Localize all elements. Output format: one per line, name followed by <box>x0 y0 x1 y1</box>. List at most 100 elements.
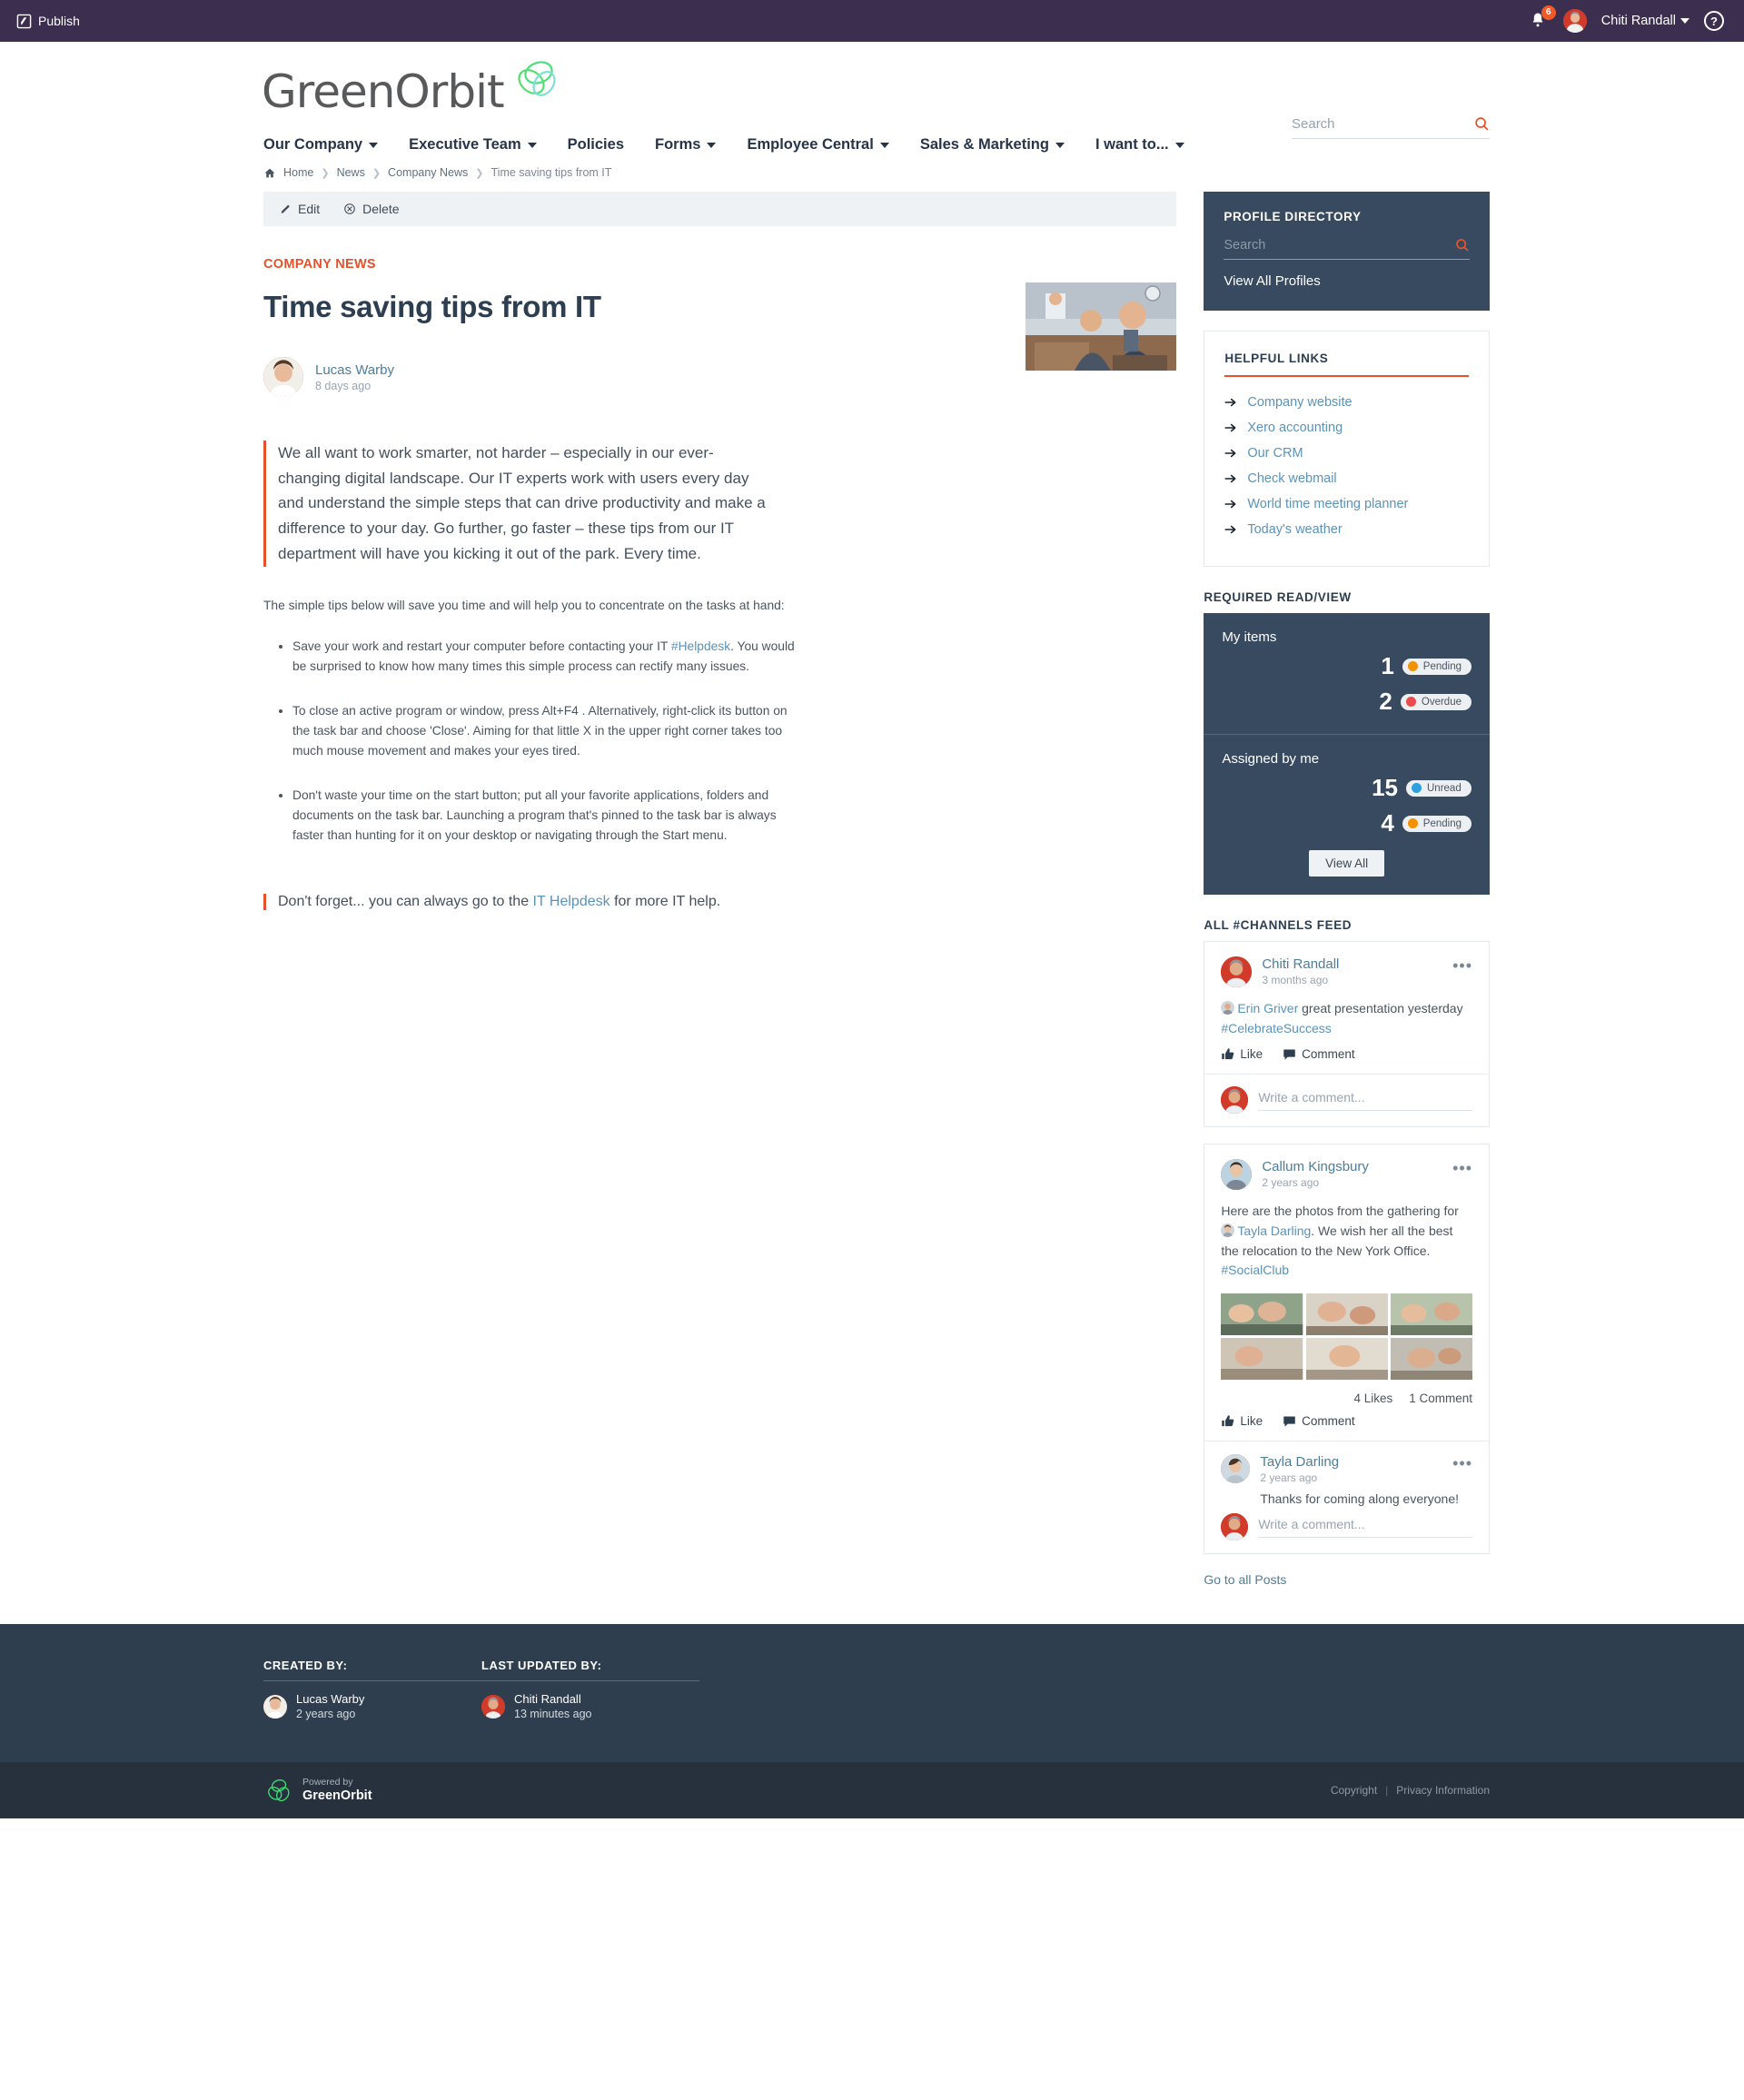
home-icon[interactable] <box>263 167 276 179</box>
avatar[interactable] <box>263 1694 287 1719</box>
nav-item-executive-team[interactable]: Executive Team <box>409 136 537 154</box>
status-dot-icon <box>1405 697 1416 707</box>
nav-item-sales-marketing[interactable]: Sales & Marketing <box>920 136 1065 154</box>
avatar[interactable] <box>1562 9 1587 33</box>
nav-item-i-want-to[interactable]: I want to... <box>1095 136 1184 154</box>
search-input[interactable] <box>1292 116 1474 132</box>
post-photo[interactable] <box>1305 1338 1388 1381</box>
helpful-link[interactable]: Check webmail <box>1247 471 1336 486</box>
article-published-time: 8 days ago <box>315 379 372 392</box>
content-columns: Edit Delete COMPANY NEWS Time saving tip… <box>227 179 1517 1588</box>
avatar[interactable] <box>1221 1454 1251 1484</box>
profile-directory-panel: PROFILE DIRECTORY View All Profiles <box>1204 192 1490 311</box>
pencil-icon <box>281 204 290 213</box>
profile-search-input[interactable] <box>1224 238 1455 253</box>
avatar[interactable] <box>1221 1159 1253 1191</box>
avatar[interactable] <box>1221 956 1253 987</box>
nav-item-forms[interactable]: Forms <box>655 136 717 154</box>
like-button[interactable]: Like <box>1221 1047 1263 1061</box>
comment-input[interactable] <box>1258 1089 1472 1111</box>
nav-item-policies[interactable]: Policies <box>568 136 624 154</box>
greenorbit-logo-icon <box>268 1779 290 1802</box>
list-item: Xero accounting <box>1224 415 1469 441</box>
post-photo[interactable] <box>1221 1338 1303 1381</box>
post-options-icon[interactable]: ••• <box>1452 957 1472 973</box>
privacy-link[interactable]: Privacy Information <box>1396 1784 1490 1797</box>
thumbs-up-icon <box>1222 1048 1234 1060</box>
post-author[interactable]: Chiti Randall <box>1262 956 1339 972</box>
helpful-link[interactable]: Company website <box>1247 395 1352 410</box>
copyright-link[interactable]: Copyright <box>1331 1784 1377 1797</box>
mention-link[interactable]: Erin Griver <box>1237 1001 1298 1015</box>
helpful-link[interactable]: Our CRM <box>1247 446 1303 461</box>
created-by-name: Lucas Warby <box>296 1692 365 1707</box>
hashtag-link[interactable]: #CelebrateSuccess <box>1221 1021 1331 1035</box>
go-to-all-posts-link[interactable]: Go to all Posts <box>1204 1572 1286 1587</box>
post-photo[interactable] <box>1221 1293 1303 1336</box>
search-icon[interactable] <box>1455 238 1470 253</box>
comment-button[interactable]: Comment <box>1283 1414 1355 1428</box>
nav-item-employee-central[interactable]: Employee Central <box>747 136 889 154</box>
view-all-profiles-link[interactable]: View All Profiles <box>1224 273 1470 289</box>
topbar-right-group: 6 Chiti Randall ? <box>1529 5 1724 33</box>
profile-directory-title: PROFILE DIRECTORY <box>1224 210 1362 223</box>
breadcrumb: Home ❯ News ❯ Company News ❯ Time saving… <box>227 154 1517 179</box>
search-icon[interactable] <box>1474 116 1490 132</box>
post-photo[interactable] <box>1305 1293 1388 1336</box>
author-avatar[interactable] <box>263 357 303 397</box>
my-items-block: My items 1 Pending 2 Overdue <box>1204 613 1490 734</box>
nav-item-our-company[interactable]: Our Company <box>263 136 379 154</box>
status-badge: Overdue <box>1400 693 1472 710</box>
site-logo[interactable]: GreenOrbit <box>227 61 564 114</box>
breadcrumb-company-news[interactable]: Company News <box>388 166 468 179</box>
list-item: Company website <box>1224 390 1469 415</box>
avatar[interactable] <box>481 1694 505 1719</box>
page-title: Time saving tips from IT <box>263 290 601 323</box>
chevron-down-icon <box>1055 142 1065 148</box>
post-author[interactable]: Callum Kingsbury <box>1262 1159 1369 1174</box>
page-root: GreenOrbit Our Company <box>0 42 1744 1819</box>
post-photo[interactable] <box>1390 1338 1472 1381</box>
post-options-icon[interactable]: ••• <box>1452 1161 1472 1176</box>
edit-button[interactable]: Edit <box>280 202 320 216</box>
profile-directory-search[interactable] <box>1224 238 1470 260</box>
site-search[interactable] <box>1292 116 1490 139</box>
publish-button[interactable]: Publish <box>16 14 80 29</box>
user-menu[interactable]: Chiti Randall <box>1601 14 1690 28</box>
breadcrumb-home[interactable]: Home <box>283 166 313 179</box>
like-button[interactable]: Like <box>1221 1414 1263 1428</box>
site-header: GreenOrbit Our Company <box>0 42 1744 1588</box>
comment-compose-row <box>1204 1074 1489 1126</box>
reply-options-icon[interactable]: ••• <box>1452 1455 1472 1471</box>
helpful-link[interactable]: Today's weather <box>1247 522 1342 537</box>
author-name[interactable]: Lucas Warby <box>315 362 394 378</box>
help-button[interactable]: ? <box>1704 11 1724 31</box>
post-photo[interactable] <box>1390 1293 1472 1336</box>
comment-icon <box>1283 1416 1295 1427</box>
helpdesk-hashtag-link[interactable]: #Helpdesk <box>671 639 730 653</box>
view-all-button[interactable]: View All <box>1309 850 1385 877</box>
helpful-link[interactable]: Xero accounting <box>1247 421 1343 435</box>
delete-icon <box>344 203 355 214</box>
created-by-time: 2 years ago <box>296 1708 356 1721</box>
comment-input[interactable] <box>1258 1516 1472 1538</box>
article-footnote: Don't forget... you can always go to the… <box>263 893 1176 910</box>
avatar[interactable] <box>1221 1513 1249 1541</box>
status-row: 2 Overdue <box>1222 688 1472 716</box>
delete-button[interactable]: Delete <box>343 202 400 216</box>
notifications-button[interactable]: 6 <box>1529 5 1556 32</box>
post-text: Erin Griver great presentation yesterday… <box>1221 999 1472 1038</box>
assigned-by-me-block: Assigned by me 15 Unread 4 Pending View … <box>1204 734 1490 895</box>
comment-button[interactable]: Comment <box>1283 1047 1355 1061</box>
reply-author[interactable]: Tayla Darling <box>1260 1454 1339 1470</box>
avatar[interactable] <box>1221 1086 1249 1114</box>
legal-links: Copyright | Privacy Information <box>1331 1784 1490 1797</box>
helpful-link[interactable]: World time meeting planner <box>1247 497 1408 511</box>
breadcrumb-news[interactable]: News <box>337 166 365 179</box>
mention-link[interactable]: Tayla Darling <box>1237 1223 1311 1238</box>
it-helpdesk-link[interactable]: IT Helpdesk <box>533 894 610 909</box>
created-by-person: Lucas Warby 2 years ago <box>263 1692 481 1720</box>
hashtag-link[interactable]: #SocialClub <box>1221 1263 1289 1277</box>
delete-label: Delete <box>362 202 400 216</box>
publish-label: Publish <box>38 14 80 28</box>
